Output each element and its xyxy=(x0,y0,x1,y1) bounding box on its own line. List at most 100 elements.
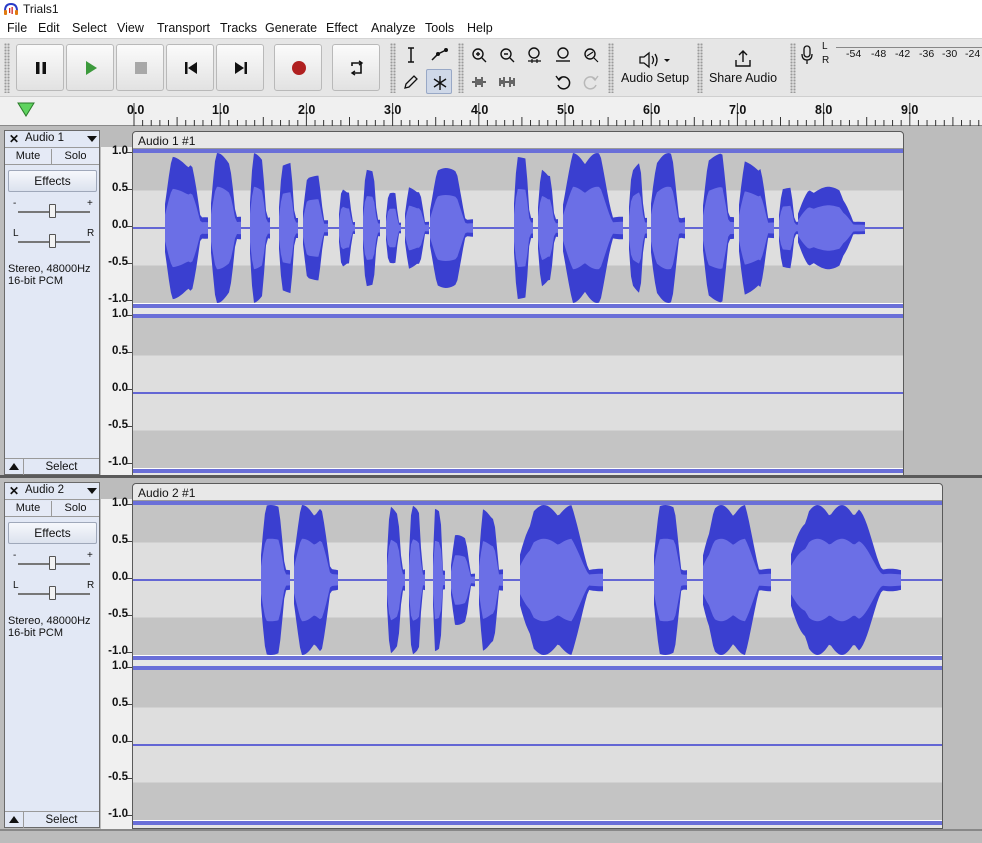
vertical-scale[interactable]: 1.0 0.5 0.0 -0.5 -1.0 1.0 0.5 0.0 -0.5 -1.0 xyxy=(101,145,132,476)
menu-generate[interactable]: Generate xyxy=(265,21,317,35)
fit-selection-button[interactable] xyxy=(522,42,548,67)
menu-select[interactable]: Select xyxy=(72,21,107,35)
fit-project-button[interactable] xyxy=(550,42,576,67)
share-grip[interactable] xyxy=(697,43,703,93)
pause-icon xyxy=(36,62,46,74)
track-menu-chevron-icon[interactable] xyxy=(87,136,97,142)
undo-button[interactable] xyxy=(550,69,576,94)
effects-button[interactable]: Effects xyxy=(8,522,97,544)
clip-title-bar[interactable]: Audio 1 #1 xyxy=(133,132,903,149)
menu-tracks[interactable]: Tracks xyxy=(220,21,257,35)
clip-bottom-edge xyxy=(133,821,942,825)
ruler-label: 2.0 xyxy=(298,103,316,117)
ruler-label: 8.0 xyxy=(815,103,833,117)
menu-view[interactable]: View xyxy=(117,21,144,35)
gain-slider-thumb[interactable] xyxy=(49,204,56,218)
skip-to-end-button[interactable] xyxy=(216,44,264,91)
track-menu-chevron-icon[interactable] xyxy=(87,488,97,494)
redo-button[interactable] xyxy=(578,69,604,94)
tools-grip[interactable] xyxy=(390,43,396,93)
pan-slider[interactable]: L R xyxy=(13,228,94,248)
scale-label: 0.0 xyxy=(112,734,128,746)
pause-button[interactable] xyxy=(16,44,64,91)
clip-title-bar[interactable]: Audio 2 #1 xyxy=(133,484,942,501)
audio-clip[interactable]: Audio 2 #1 xyxy=(132,483,943,829)
track-control-panel[interactable]: ✕ Audio 1 Mute Solo Effects - + L R Ster… xyxy=(4,130,100,475)
menu-edit[interactable]: Edit xyxy=(38,21,60,35)
clip-bottom-edge xyxy=(133,304,903,308)
recording-meter[interactable]: L R -54 -48 -42 -36 -30 -24 xyxy=(790,39,982,97)
menu-tools[interactable]: Tools xyxy=(425,21,454,35)
clip-name: Audio 1 #1 xyxy=(138,134,196,148)
menu-analyze[interactable]: Analyze xyxy=(371,21,415,35)
pan-slider[interactable]: L R xyxy=(13,580,94,600)
close-track-button[interactable]: ✕ xyxy=(7,132,21,146)
gain-slider[interactable]: - + xyxy=(13,550,93,570)
record-button[interactable] xyxy=(274,44,322,91)
gain-slider-thumb[interactable] xyxy=(49,556,56,570)
audio-setup-button[interactable]: Audio Setup xyxy=(616,43,694,91)
menu-transport[interactable]: Transport xyxy=(157,21,210,35)
track-audio-2[interactable]: ✕ Audio 2 Mute Solo Effects - + L R Ster… xyxy=(0,478,982,830)
record-icon xyxy=(292,61,306,75)
close-track-button[interactable]: ✕ xyxy=(7,484,21,498)
menu-file[interactable]: File xyxy=(7,21,27,35)
track-control-panel[interactable]: ✕ Audio 2 Mute Solo Effects - + L R Ster… xyxy=(4,482,100,828)
track-audio-1[interactable]: ✕ Audio 1 Mute Solo Effects - + L R Ster… xyxy=(0,126,982,476)
share-audio-button[interactable]: Share Audio xyxy=(705,43,781,91)
loop-button[interactable] xyxy=(332,44,380,91)
left-channel[interactable] xyxy=(133,501,942,660)
track-name-button[interactable]: Audio 2 xyxy=(25,484,85,499)
collapse-track-icon[interactable] xyxy=(9,463,19,470)
effects-button[interactable]: Effects xyxy=(8,170,97,192)
solo-button[interactable]: Solo xyxy=(52,501,99,517)
skip-to-start-button[interactable] xyxy=(166,44,214,91)
audio-clip[interactable]: Audio 1 #1 xyxy=(132,131,904,476)
left-channel[interactable] xyxy=(133,149,903,308)
trim-audio-button[interactable] xyxy=(466,69,492,94)
zoom-in-button[interactable] xyxy=(466,42,492,67)
meter-grip[interactable] xyxy=(790,43,796,93)
trim-icon xyxy=(472,77,486,87)
select-track-button[interactable]: Select xyxy=(23,459,99,475)
menu-help[interactable]: Help xyxy=(467,21,493,35)
draw-tool[interactable] xyxy=(398,69,424,94)
pan-slider-thumb[interactable] xyxy=(49,586,56,600)
waveform[interactable] xyxy=(133,149,903,477)
vertical-scale[interactable]: 1.0 0.5 0.0 -0.5 -1.0 1.0 0.5 0.0 -0.5 -1.0 xyxy=(101,497,132,829)
select-track-button[interactable]: Select xyxy=(23,812,99,828)
track-area-bottom xyxy=(0,829,982,831)
ruler-label: 0.0 xyxy=(127,103,145,117)
mute-button[interactable]: Mute xyxy=(5,149,52,165)
clip-top-edge xyxy=(133,666,942,670)
selection-tool[interactable] xyxy=(398,42,424,67)
track-name-button[interactable]: Audio 1 xyxy=(25,132,85,147)
multi-tool[interactable] xyxy=(426,69,452,94)
menu-effect[interactable]: Effect xyxy=(326,21,358,35)
zoom-out-button[interactable] xyxy=(494,42,520,67)
skip-to-start-icon xyxy=(185,62,197,74)
clip-top-edge xyxy=(133,501,942,505)
right-channel[interactable] xyxy=(133,314,903,473)
meter-tick: -42 xyxy=(895,48,911,60)
collapse-track-icon[interactable] xyxy=(9,816,19,823)
gain-slider[interactable]: - + xyxy=(13,198,93,218)
right-channel[interactable] xyxy=(133,666,942,825)
zoom-toggle-button[interactable] xyxy=(578,42,604,67)
scale-label: -1.0 xyxy=(108,456,128,468)
stop-button[interactable] xyxy=(116,44,164,91)
meter-scale xyxy=(836,43,982,48)
edit-grip[interactable] xyxy=(458,43,464,93)
envelope-tool[interactable] xyxy=(426,42,452,67)
undo-icon xyxy=(555,75,571,90)
mute-button[interactable]: Mute xyxy=(5,501,52,517)
timeline-ruler[interactable]: 0.0 1.0 2.0 3.0 4.0 5.0 6.0 7.0 8.0 9.0 xyxy=(0,96,982,126)
pan-slider-thumb[interactable] xyxy=(49,234,56,248)
audio-setup-grip[interactable] xyxy=(608,43,614,93)
clip-top-edge xyxy=(133,149,903,153)
waveform[interactable] xyxy=(133,501,942,830)
toolbar-grip[interactable] xyxy=(4,43,10,93)
solo-button[interactable]: Solo xyxy=(52,149,99,165)
play-button[interactable] xyxy=(66,44,114,91)
silence-audio-button[interactable] xyxy=(494,69,520,94)
